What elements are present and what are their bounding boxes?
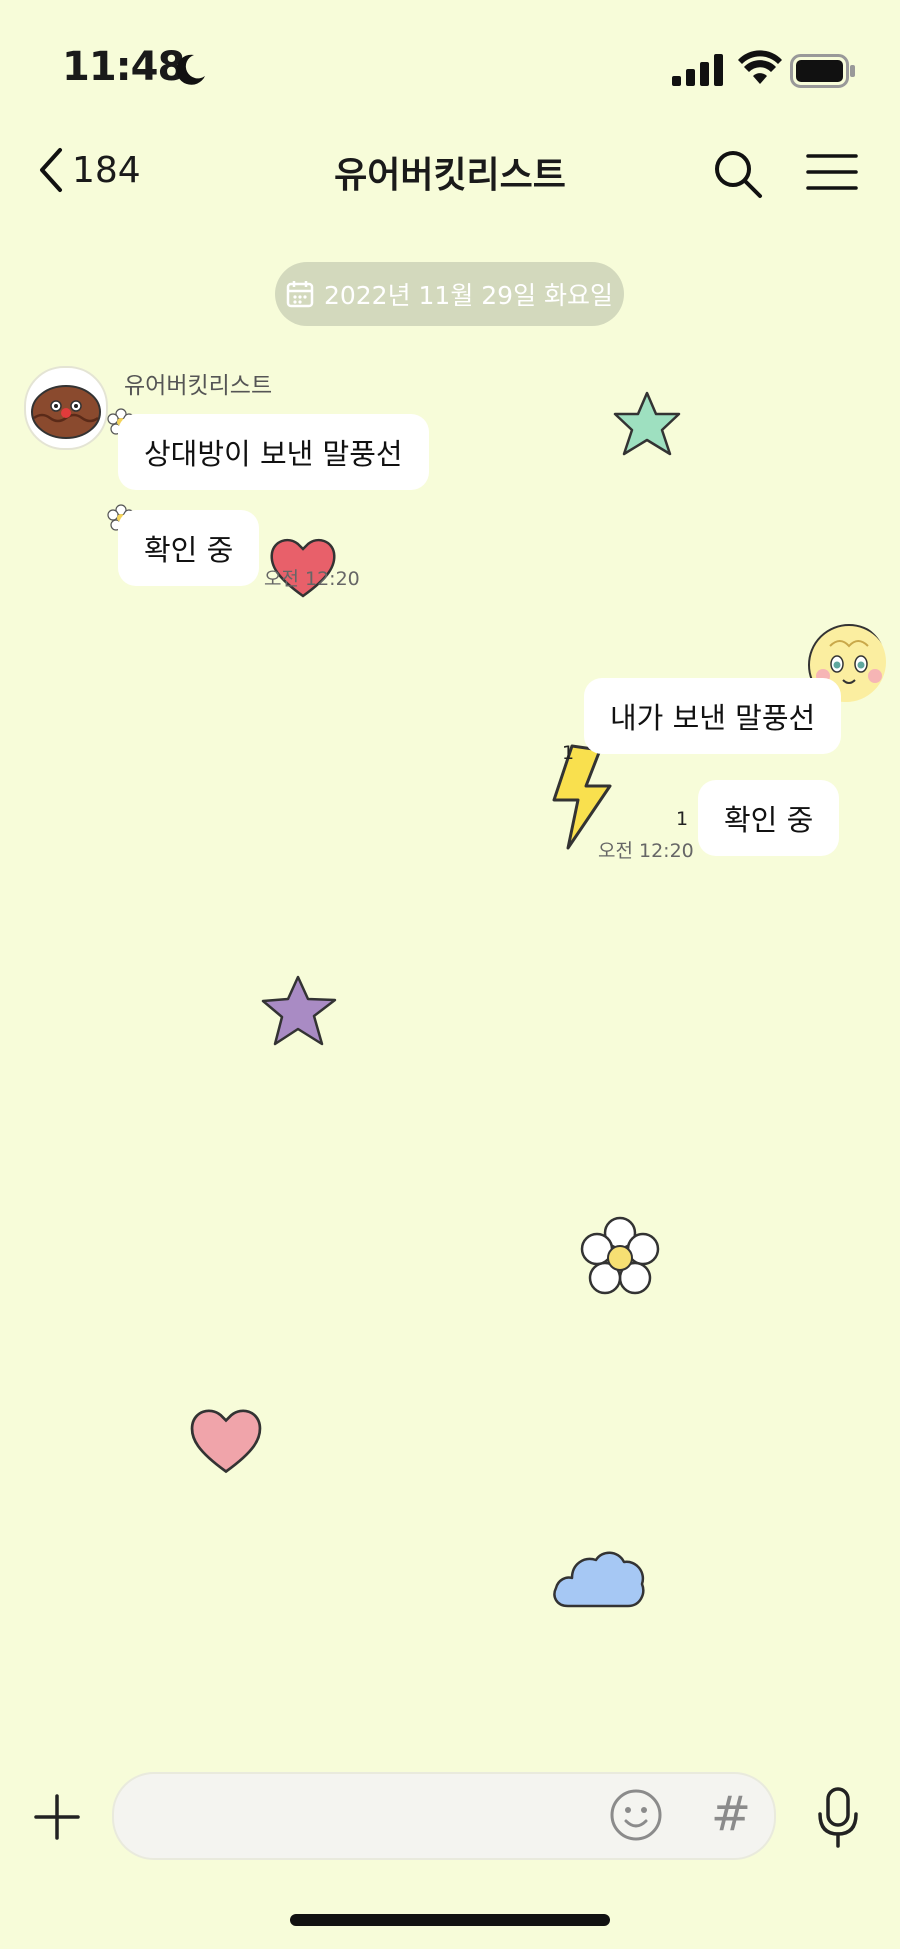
- battery-icon: [790, 54, 855, 88]
- chat-room-title: 유어버킷리스트: [334, 155, 566, 196]
- status-time: 11:48: [62, 44, 185, 90]
- calendar-icon: [286, 281, 314, 308]
- unread-count: 1: [676, 808, 689, 830]
- microphone-icon[interactable]: [814, 1786, 862, 1848]
- outgoing-message-bubble[interactable]: 확인 중: [698, 780, 840, 856]
- home-indicator: [290, 1914, 610, 1926]
- plus-icon[interactable]: [32, 1792, 82, 1842]
- message-text: 확인 중: [724, 803, 814, 837]
- outgoing-message-bubble[interactable]: 내가 보낸 말풍선: [584, 678, 842, 754]
- emoticon-icon[interactable]: [608, 1787, 664, 1843]
- incoming-message-bubble[interactable]: 상대방이 보낸 말풍선: [118, 414, 429, 490]
- message-input[interactable]: [112, 1772, 776, 1860]
- sender-name: 유어버킷리스트: [124, 373, 273, 399]
- moon-icon: [176, 54, 205, 85]
- pink-heart-sticker: [190, 1409, 262, 1474]
- purple-star-sticker: [261, 975, 337, 1046]
- incoming-message-bubble[interactable]: 확인 중: [118, 510, 260, 586]
- message-text: 확인 중: [144, 533, 234, 567]
- message-text: 내가 보낸 말풍선: [610, 701, 816, 735]
- daisy-sticker: [580, 1216, 660, 1295]
- wifi-icon: [738, 50, 782, 84]
- message-text: 상대방이 보낸 말풍선: [144, 437, 403, 471]
- date-text: 2022년 11월 29일 화요일: [323, 281, 614, 310]
- menu-icon[interactable]: [806, 152, 858, 192]
- cellular-signal-icon: [672, 54, 723, 86]
- message-time: 오전 12:20: [598, 840, 694, 862]
- cloud-sticker: [553, 1551, 645, 1608]
- message-time: 오전 12:20: [264, 568, 360, 590]
- search-icon[interactable]: [712, 148, 764, 200]
- unread-count: 1: [562, 742, 575, 764]
- green-star-sticker: [613, 391, 681, 456]
- sender-avatar[interactable]: [24, 366, 108, 450]
- hashtag-button[interactable]: #: [706, 1786, 756, 1842]
- bread-character-icon: [31, 385, 101, 439]
- date-divider: 2022년 11월 29일 화요일: [275, 262, 624, 326]
